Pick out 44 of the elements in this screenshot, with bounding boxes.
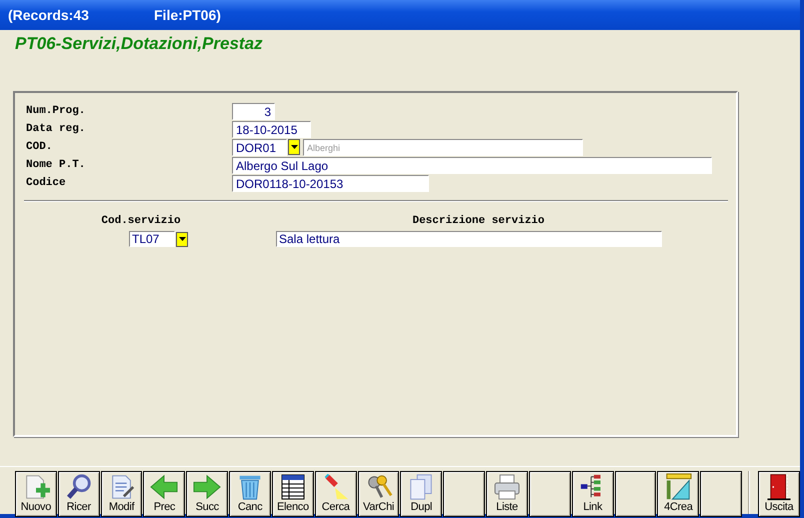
column-header: Descrizione servizio [411, 215, 546, 227]
input-field[interactable]: 18-10-2015 [232, 120, 311, 138]
dropdown-button[interactable] [176, 232, 188, 246]
caret-icon [290, 145, 298, 149]
table-icon [280, 473, 306, 501]
blank-button[interactable] [700, 471, 742, 517]
column-header: Cod.servizio [100, 215, 182, 227]
left-arrow-icon [148, 473, 180, 501]
field-label: Codice [26, 177, 67, 189]
blank-button[interactable] [528, 471, 571, 517]
lookup-field: Alberghi [303, 138, 583, 156]
toolbar-button[interactable]: VarChi [358, 471, 400, 517]
toolbar-button[interactable]: Dupl [400, 471, 442, 517]
field-label: Data reg. [26, 123, 86, 135]
blank-button[interactable] [614, 471, 656, 517]
input-field[interactable]: 3 [232, 102, 275, 120]
printer-icon [492, 473, 522, 501]
field-label: Num.Prog. [26, 105, 86, 117]
toolbar-button[interactable]: Canc [229, 471, 271, 517]
toolbar-button[interactable]: Ricer [58, 471, 100, 517]
toolbar-button[interactable]: Uscita [758, 471, 800, 517]
toolbar-button[interactable]: Prec [143, 471, 186, 517]
toolbar-button[interactable]: Cerca [314, 471, 357, 517]
field-label: COD. [26, 141, 54, 153]
dropdown-button[interactable] [288, 139, 300, 155]
input-field[interactable]: Albergo Sul Lago [232, 156, 712, 174]
toolbar-button[interactable]: Modif [100, 471, 142, 517]
toolbar-button[interactable]: Elenco [272, 471, 314, 517]
toolbar-button[interactable]: Nuovo [15, 471, 57, 517]
toolbar-button[interactable]: Succ [186, 471, 228, 517]
toolbar-button[interactable]: Liste [486, 471, 528, 517]
input-field[interactable]: DOR0118-10-20153 [232, 174, 429, 192]
right-arrow-icon [191, 473, 224, 501]
toolbar-button[interactable]: Link [572, 471, 614, 517]
record-count: (Records:43 [8, 7, 90, 23]
blank-button[interactable] [443, 471, 486, 517]
toolbar-button[interactable]: 4Crea [657, 471, 700, 517]
field-label: Nome P.T. [26, 159, 86, 171]
code-field[interactable]: TL07 [129, 231, 175, 247]
window-title: File:PT06) [154, 7, 221, 23]
form-title: PT06-Servizi,Dotazioni,Prestaz [15, 34, 264, 54]
description-field[interactable]: Sala lettura [276, 231, 662, 247]
input-field[interactable]: DOR01 [232, 138, 287, 156]
caret-icon [178, 237, 186, 241]
